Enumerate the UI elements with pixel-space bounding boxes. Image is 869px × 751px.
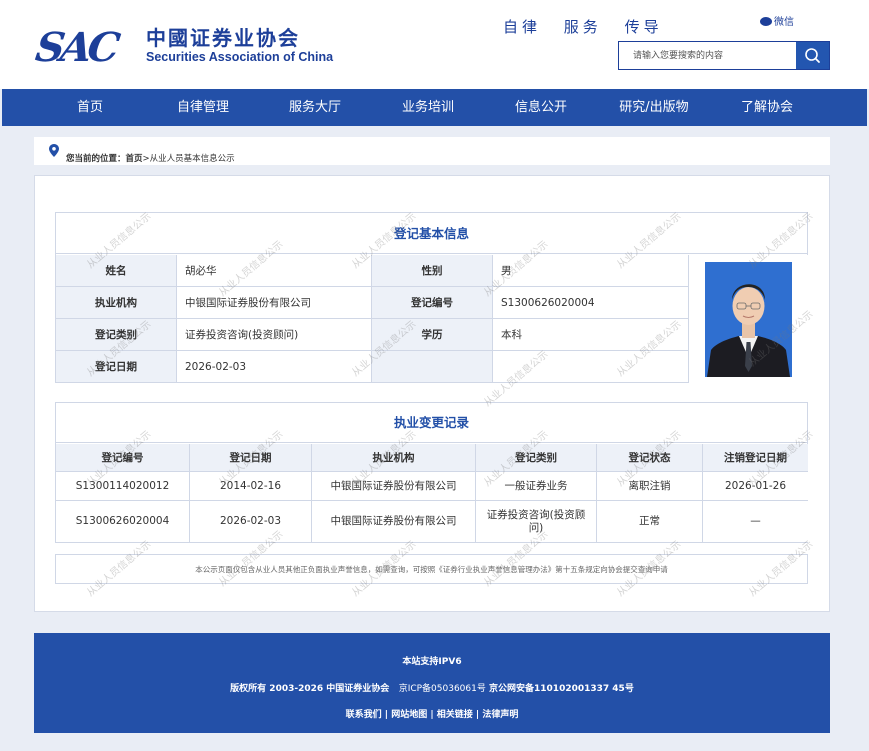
breadcrumb-home-link[interactable]: 首页 (126, 154, 143, 164)
nav-item-research[interactable]: 研究/出版物 (619, 89, 688, 126)
footer-link-contact[interactable]: 联系我们 (346, 710, 382, 720)
footer-police-link[interactable]: 京公网安备110102001337 45号 (489, 684, 634, 694)
change-records-title: 执业变更记录 (56, 403, 807, 443)
table-cell: 正常 (597, 501, 703, 542)
table-cell: 一般证券业务 (476, 472, 597, 501)
slogan: 自律 服务 传导 (503, 16, 677, 37)
column-header-status: 登记状态 (597, 444, 703, 472)
breadcrumb-separator: > (142, 154, 150, 164)
basic-info-title: 登记基本信息 (56, 213, 807, 254)
table-cell: 中银国际证券股份有限公司 (312, 472, 476, 501)
photo-cell (689, 255, 808, 383)
logo-chinese-name: 中國证券业协会 (146, 26, 300, 50)
search-input[interactable] (619, 42, 797, 69)
person-portrait-icon (705, 262, 792, 377)
site-header: SAC 中國证券业协会 Securities Association of Ch… (0, 0, 869, 89)
value-education: 本科 (493, 319, 689, 351)
label-education: 学历 (372, 319, 493, 351)
profile-photo (705, 262, 792, 377)
footer-icp-link[interactable]: 京ICP备05036061号 (399, 684, 486, 694)
table-cell: S1300114020012 (56, 472, 190, 501)
table-cell: 2026-01-26 (703, 472, 808, 501)
value-gender: 男 (493, 255, 689, 287)
value-reg-date: 2026-02-03 (177, 351, 372, 382)
table-cell: 中银国际证券股份有限公司 (312, 501, 476, 542)
change-records-table: 执业变更记录 登记编号 登记日期 执业机构 登记类别 登记状态 注销登记日期 S… (55, 402, 808, 543)
column-header-reg-date: 登记日期 (190, 444, 312, 472)
breadcrumb-text: 您当前的位置：首页>从业人员基本信息公示 (66, 152, 235, 164)
table-cell: 2026-02-03 (190, 501, 312, 542)
search-box (618, 41, 830, 70)
slogan-item: 传导 (624, 18, 663, 36)
label-empty (372, 351, 493, 382)
column-header-category: 登记类别 (476, 444, 597, 472)
footer-link-related[interactable]: 相关链接 (437, 710, 473, 720)
basic-info-table: 登记基本信息 姓名 胡必华 性别 男 执业机构 中银国际证券股份有限公司 登记编… (55, 212, 808, 383)
logo-abbr: SAC (32, 24, 120, 71)
breadcrumb: 您当前的位置：首页>从业人员基本信息公示 (34, 137, 830, 165)
label-org: 执业机构 (56, 287, 177, 319)
label-reg-date: 登记日期 (56, 351, 177, 382)
nav-item-about[interactable]: 了解协会 (741, 89, 793, 126)
footer-ipv6: 本站支持IPV6 (402, 657, 462, 667)
sac-logo[interactable]: SAC 中國证券业协会 Securities Association of Ch… (32, 22, 346, 72)
nav-item-self-regulation[interactable]: 自律管理 (177, 89, 229, 126)
label-name: 姓名 (56, 255, 177, 287)
footer-link-legal[interactable]: 法律声明 (482, 710, 518, 720)
slogan-item: 服务 (563, 18, 602, 36)
breadcrumb-prefix: 您当前的位置： (66, 154, 126, 164)
table-cell: 离职注销 (597, 472, 703, 501)
logo-english-name: Securities Association of China (146, 50, 334, 64)
label-gender: 性别 (372, 255, 493, 287)
nav-item-training[interactable]: 业务培训 (402, 89, 454, 126)
footer-copyright-text: 版权所有 2003-2026 中国证券业协会 (230, 684, 390, 694)
table-cell: — (703, 501, 808, 542)
label-reg-no: 登记编号 (372, 287, 493, 319)
value-empty (493, 351, 689, 382)
breadcrumb-current: 从业人员基本信息公示 (149, 154, 235, 164)
slogan-item: 自律 (503, 18, 542, 36)
wechat-label: 微信 (774, 17, 794, 28)
footer-links: 联系我们 | 网站地图 | 相关链接 | 法律声明 (345, 710, 519, 720)
table-cell: 2014-02-16 (190, 472, 312, 501)
value-org: 中银国际证券股份有限公司 (177, 287, 372, 319)
column-header-org: 执业机构 (312, 444, 476, 472)
column-header-cancel-date: 注销登记日期 (703, 444, 808, 472)
location-pin-icon (49, 144, 59, 157)
site-footer: 本站支持IPV6 版权所有 2003-2026 中国证券业协会 京ICP备050… (34, 633, 830, 733)
search-button[interactable] (796, 42, 829, 69)
nav-item-disclosure[interactable]: 信息公开 (515, 89, 567, 126)
main-nav: 首页 自律管理 服务大厅 业务培训 信息公开 研究/出版物 了解协会 (2, 89, 867, 126)
footer-link-sitemap[interactable]: 网站地图 (391, 710, 427, 720)
label-category: 登记类别 (56, 319, 177, 351)
value-category: 证券投资咨询(投资顾问) (177, 319, 372, 351)
footer-copyright: 版权所有 2003-2026 中国证券业协会 京ICP备05036061号 京公… (34, 681, 830, 694)
wechat-icon (760, 16, 772, 26)
nav-item-home[interactable]: 首页 (77, 89, 103, 126)
nav-item-service-hall[interactable]: 服务大厅 (289, 89, 341, 126)
column-header-reg-no: 登记编号 (56, 444, 190, 472)
disclaimer-notice: 本公示页面仅包含从业人员其他正负面执业声誉信息，如需查询，可按照《证券行业执业声… (55, 554, 808, 584)
table-cell: 证券投资咨询(投资顾问) (476, 501, 597, 542)
wechat-link[interactable]: 微信 (760, 13, 794, 28)
table-cell: S1300626020004 (56, 501, 190, 542)
search-icon (805, 48, 820, 63)
value-name: 胡必华 (177, 255, 372, 287)
value-reg-no: S1300626020004 (493, 287, 689, 319)
